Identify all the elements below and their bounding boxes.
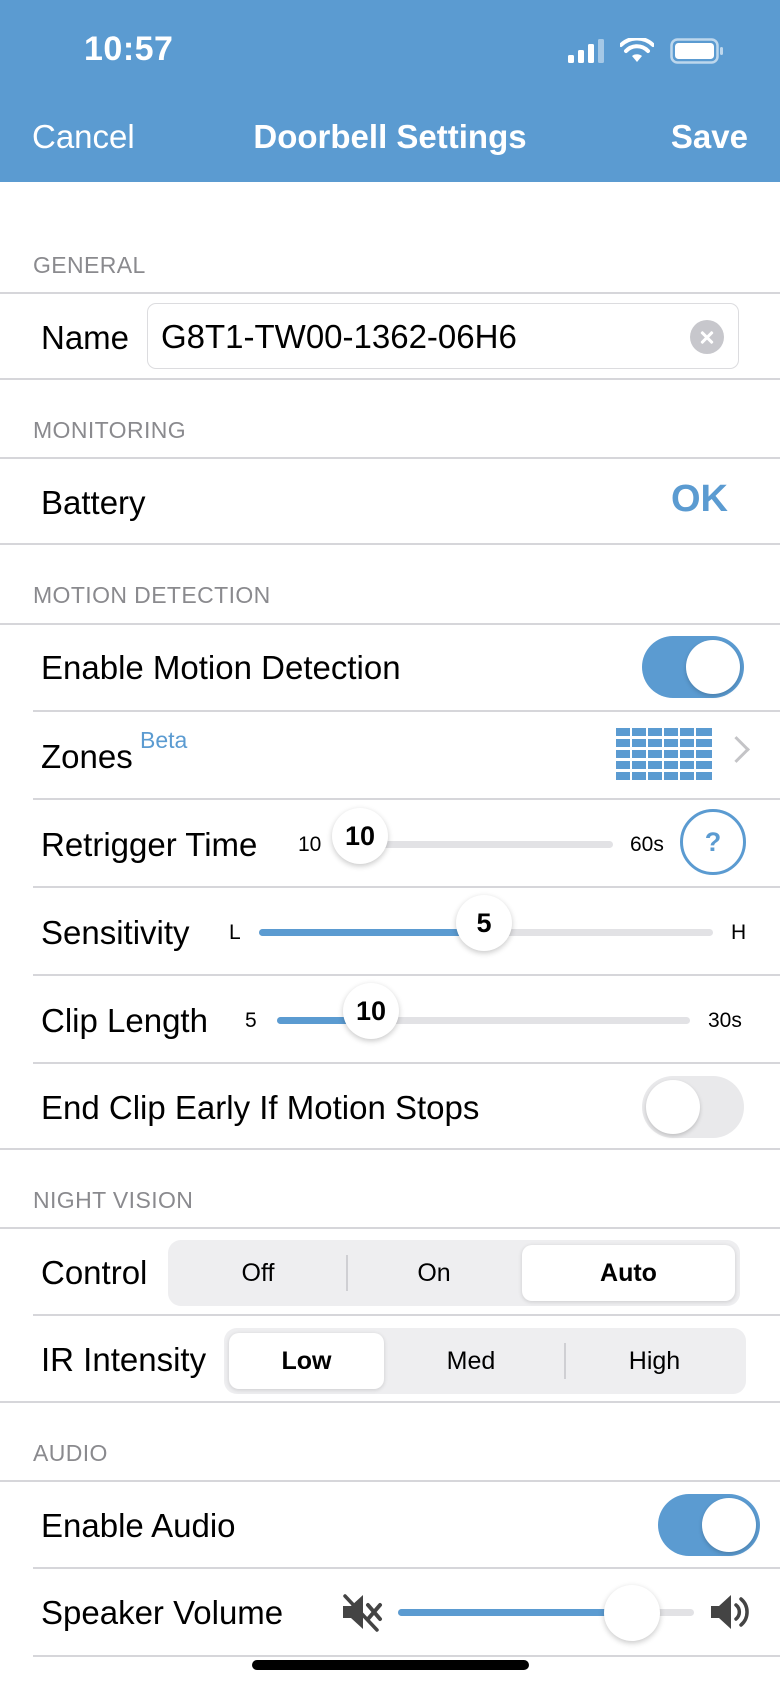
chevron-right-icon[interactable] [723,736,750,763]
sensitivity-slider-thumb[interactable]: 5 [456,895,512,951]
divider [0,378,780,380]
speaker-mute-icon[interactable] [341,1592,383,1632]
divider [33,798,780,800]
divider [0,1148,780,1150]
divider [0,1480,780,1482]
divider [0,1401,780,1403]
status-time: 10:57 [84,30,174,68]
retrigger-slider-thumb[interactable]: 10 [332,808,388,864]
name-field[interactable]: G8T1-TW00-1362-06H6 [147,303,739,369]
signal-bars-icon [568,39,604,63]
ir-intensity-segmented[interactable]: Low Med High [224,1328,746,1394]
battery-label: Battery [41,484,146,521]
retrigger-max-label: 60s [630,833,664,856]
divider [0,457,780,459]
control-option-off[interactable]: Off [173,1245,343,1301]
enable-motion-label: Enable Motion Detection [41,649,401,686]
end-clip-label: End Clip Early If Motion Stops [41,1089,480,1126]
cancel-button[interactable]: Cancel [32,118,135,156]
navigation-header: 10:57 Cancel Doorbell Settings Save [0,0,780,182]
speaker-volume-icon[interactable] [709,1592,751,1632]
control-segmented[interactable]: Off On Auto [168,1240,740,1306]
ir-option-low[interactable]: Low [229,1333,384,1389]
section-header-motion: MOTION DETECTION [33,582,271,608]
clip-min-label: 5 [245,1009,257,1032]
ir-option-high[interactable]: High [568,1333,741,1389]
control-option-on[interactable]: On [349,1245,519,1301]
enable-motion-toggle[interactable] [642,636,744,698]
section-header-general: GENERAL [33,252,146,278]
speaker-volume-label: Speaker Volume [41,1594,284,1631]
retrigger-min-label: 10 [298,833,322,856]
ir-option-med[interactable]: Med [386,1333,556,1389]
section-header-monitoring: MONITORING [33,417,187,443]
divider [0,623,780,625]
beta-badge: Beta [140,727,188,753]
divider [0,543,780,545]
sensitivity-label: Sensitivity [41,914,190,951]
segment-divider [346,1255,348,1291]
help-button[interactable]: ? [680,809,746,875]
enable-audio-toggle[interactable] [658,1494,760,1556]
retrigger-label: Retrigger Time [41,826,258,863]
retrigger-slider-track[interactable] [350,841,613,848]
divider [33,974,780,976]
segment-divider [564,1343,566,1379]
divider [33,1567,780,1569]
section-header-audio: AUDIO [33,1440,108,1466]
enable-audio-label: Enable Audio [41,1507,236,1544]
sensitivity-min-label: L [229,921,241,944]
clip-length-label: Clip Length [41,1002,208,1039]
end-clip-toggle[interactable] [642,1076,744,1138]
toggle-knob [646,1080,700,1134]
speaker-volume-fill [398,1609,632,1616]
divider [33,886,780,888]
status-icons [568,38,724,64]
name-field-value[interactable]: G8T1-TW00-1362-06H6 [161,318,517,356]
clip-slider-thumb[interactable]: 10 [343,983,399,1039]
divider [33,710,780,712]
clip-max-label: 30s [708,1009,742,1032]
name-label: Name [41,319,130,356]
battery-status: OK [671,478,728,520]
home-indicator [252,1660,529,1670]
clear-text-icon[interactable] [690,320,724,354]
control-label: Control [41,1254,148,1291]
ir-intensity-label: IR Intensity [41,1341,207,1378]
control-option-auto[interactable]: Auto [522,1245,735,1301]
divider [0,1227,780,1229]
divider [33,1655,780,1657]
divider [33,1314,780,1316]
divider [0,292,780,294]
toggle-knob [686,640,740,694]
section-header-night-vision: NIGHT VISION [33,1187,194,1213]
save-button[interactable]: Save [671,118,748,156]
sensitivity-max-label: H [731,921,747,944]
divider [33,1062,780,1064]
battery-icon [670,38,723,64]
sensitivity-slider-fill [259,929,484,936]
zones-label: Zones [41,738,133,775]
toggle-knob [702,1498,756,1552]
grid-icon[interactable] [616,728,712,781]
speaker-volume-thumb[interactable] [604,1585,660,1641]
clip-slider-track[interactable] [277,1017,690,1024]
wifi-icon [620,38,654,62]
